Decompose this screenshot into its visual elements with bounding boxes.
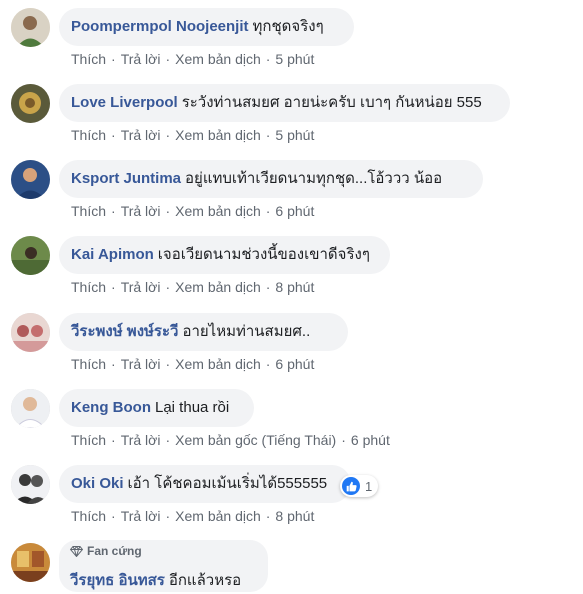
comment-bubble: Kai Apimon เจอเวียดนามช่วงนี้ของเขาดีจริง… (59, 236, 390, 274)
comment-item: Poompermpol Noojeenjit ทุกชุดจริงๆ Thích ·… (0, 0, 583, 76)
diamond-icon (70, 545, 83, 557)
fan-badge-label: Fan cứng (87, 544, 142, 558)
comment-author[interactable]: วีรยุทธ อินทสร (70, 572, 165, 589)
comment-actions: Thích · Trả lời · Xem bản gốc (Tiếng Thái) · 6… (71, 432, 390, 448)
comment-item: Ksport Juntima อยู่แทบเท้าเวียดนามทุกชุด.… (0, 152, 583, 228)
comment-bubble: Ksport Juntima อยู่แทบเท้าเวียดนามทุกชุด.… (59, 160, 483, 198)
comment-author[interactable]: Oki Oki (71, 475, 124, 492)
like-link[interactable]: Thích (71, 356, 106, 372)
like-link[interactable]: Thích (71, 508, 106, 524)
avatar[interactable] (11, 543, 50, 582)
comment-item: Oki Oki เอ้า โค้ชคอมเม้นเริ่มได้555555 1 … (0, 456, 583, 532)
avatar[interactable] (11, 389, 50, 428)
avatar[interactable] (11, 236, 50, 275)
timestamp[interactable]: 6 phút (275, 356, 314, 372)
comment-author[interactable]: Poompermpol Noojeenjit (71, 18, 249, 35)
comment-item: Keng Boon Lại thua rồi Thích · Trả lời · Xem … (0, 380, 583, 456)
comment-bubble: Keng Boon Lại thua rồi (59, 389, 254, 427)
like-link[interactable]: Thích (71, 51, 106, 67)
comment-actions: Thích · Trả lời · Xem bản dịch · 5 phút (71, 51, 315, 67)
avatar[interactable] (11, 8, 50, 47)
comment-author[interactable]: Keng Boon (71, 399, 151, 416)
reply-link[interactable]: Trả lời (121, 51, 161, 67)
timestamp[interactable]: 6 phút (275, 203, 314, 219)
reaction-summary[interactable]: 1 (340, 475, 379, 497)
like-link[interactable]: Thích (71, 432, 106, 448)
reply-link[interactable]: Trả lời (121, 279, 161, 295)
translate-link[interactable]: Xem bản dịch (175, 51, 261, 67)
comment-bubble: Love Liverpool ระวังท่านสมยศ อายน่ะครับ เ… (59, 84, 510, 122)
avatar[interactable] (11, 313, 50, 352)
comment-author[interactable]: Kai Apimon (71, 246, 154, 263)
avatar[interactable] (11, 84, 50, 123)
comment-bubble: Poompermpol Noojeenjit ทุกชุดจริงๆ (59, 8, 354, 46)
avatar[interactable] (11, 160, 50, 199)
comment-item: Kai Apimon เจอเวียดนามช่วงนี้ของเขาดีจริง… (0, 228, 583, 304)
thumbs-up-icon (342, 477, 360, 495)
timestamp[interactable]: 5 phút (275, 127, 314, 143)
translate-link[interactable]: Xem bản dịch (175, 127, 261, 143)
translate-link[interactable]: Xem bản dịch (175, 279, 261, 295)
timestamp[interactable]: 6 phút (351, 432, 390, 448)
comment-text: Lại thua rồi (155, 399, 230, 416)
reaction-count: 1 (365, 478, 373, 494)
timestamp[interactable]: 8 phút (275, 508, 314, 524)
reply-link[interactable]: Trả lời (121, 432, 161, 448)
comment-line: วีรยุทธ อินทสร อีกแล้วหรอ (70, 568, 241, 592)
comment-author[interactable]: Ksport Juntima (71, 170, 181, 187)
fan-badge[interactable]: Fan cứng (70, 544, 142, 558)
like-link[interactable]: Thích (71, 203, 106, 219)
timestamp[interactable]: 5 phút (275, 51, 314, 67)
reply-link[interactable]: Trả lời (121, 203, 161, 219)
comment-item: Love Liverpool ระวังท่านสมยศ อายน่ะครับ เ… (0, 76, 583, 152)
translate-link[interactable]: Xem bản dịch (175, 203, 261, 219)
comment-author[interactable]: Love Liverpool (71, 94, 178, 111)
comment-text: อีกแล้วหรอ (168, 572, 242, 589)
comment-author[interactable]: วีระพงษ์ พงษ์ระวี (71, 323, 178, 340)
comment-bubble: Oki Oki เอ้า โค้ชคอมเม้นเริ่มได้555555 (59, 465, 351, 503)
comment-actions: Thích · Trả lời · Xem bản dịch · 5 phút (71, 127, 315, 143)
comment-text: ทุกชุดจริงๆ (252, 18, 324, 35)
like-link[interactable]: Thích (71, 127, 106, 143)
comment-actions: Thích · Trả lời · Xem bản dịch · 8 phút (71, 508, 315, 524)
comment-text: เจอเวียดนามช่วงนี้ของเขาดีจริงๆ (157, 246, 370, 263)
timestamp[interactable]: 8 phút (275, 279, 314, 295)
translate-link[interactable]: Xem bản dịch (175, 508, 261, 524)
comment-text: ระวังท่านสมยศ อายน่ะครับ เบาๆ กันหน่อย 5… (181, 94, 482, 111)
see-original-link[interactable]: Xem bản gốc (Tiếng Thái) (175, 432, 336, 448)
avatar[interactable] (11, 465, 50, 504)
comment-text: อายไหมท่านสมยศ.. (182, 323, 311, 340)
reply-link[interactable]: Trả lời (121, 127, 161, 143)
comment-text: อยู่แทบเท้าเวียดนามทุกชุด...โอ้ววว น้ออ (185, 170, 443, 187)
comment-actions: Thích · Trả lời · Xem bản dịch · 6 phút (71, 203, 315, 219)
translate-link[interactable]: Xem bản dịch (175, 356, 261, 372)
reply-link[interactable]: Trả lời (121, 508, 161, 524)
comment-bubble: วีระพงษ์ พงษ์ระวี อายไหมท่านสมยศ.. (59, 313, 348, 351)
reply-link[interactable]: Trả lời (121, 356, 161, 372)
comment-actions: Thích · Trả lời · Xem bản dịch · 6 phút (71, 356, 315, 372)
comment-text: เอ้า โค้ชคอมเม้นเริ่มได้555555 (127, 475, 328, 492)
comment-actions: Thích · Trả lời · Xem bản dịch · 8 phút (71, 279, 315, 295)
comment-item: วีระพงษ์ พงษ์ระวี อายไหมท่านสมยศ.. Thích ·… (0, 304, 583, 380)
like-link[interactable]: Thích (71, 279, 106, 295)
